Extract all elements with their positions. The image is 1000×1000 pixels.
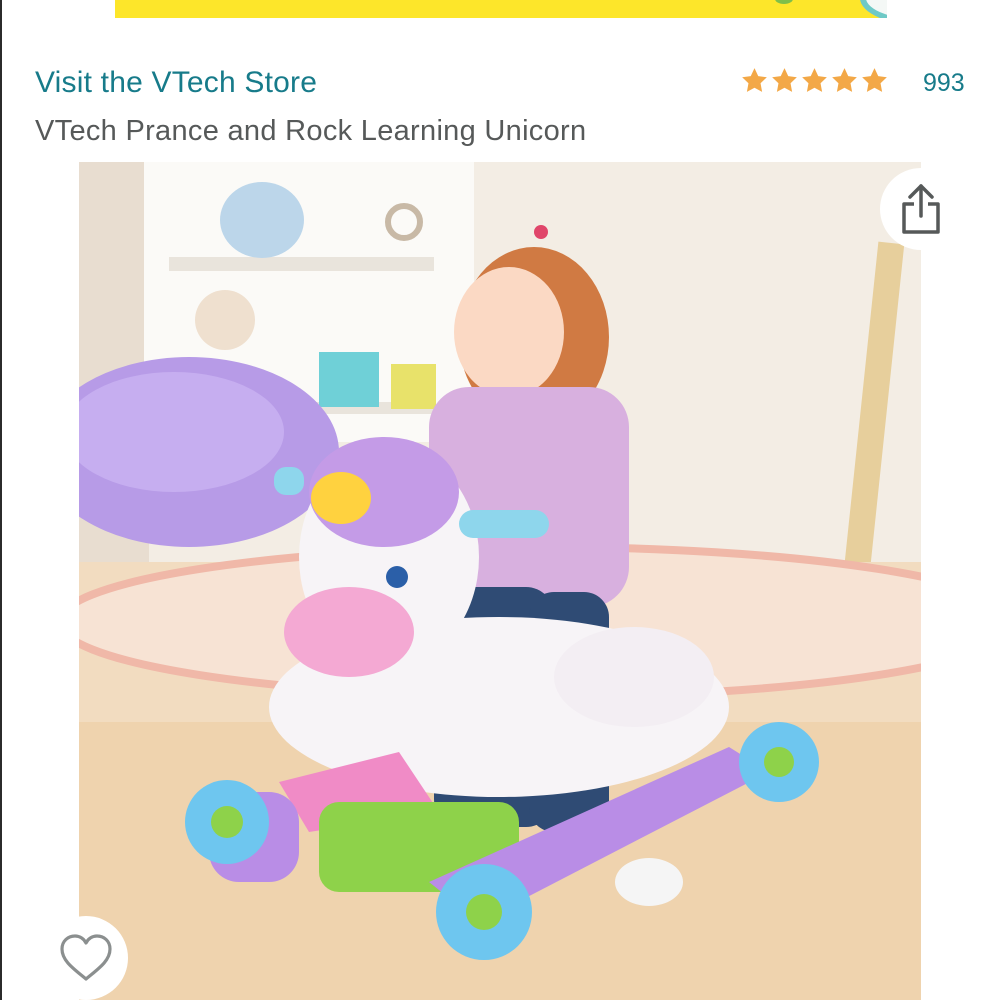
product-image[interactable]	[79, 162, 921, 1000]
star-icon	[802, 68, 827, 92]
share-button[interactable]	[880, 168, 962, 250]
rating-count[interactable]: 993	[923, 69, 965, 98]
rating-summary[interactable]: 993	[740, 66, 965, 98]
heart-icon	[60, 934, 112, 981]
product-photo	[79, 162, 921, 1000]
product-title: VTech Prance and Rock Learning Unicorn	[35, 115, 587, 147]
star-icon	[832, 68, 857, 92]
wishlist-button[interactable]	[44, 916, 128, 1000]
store-link[interactable]: Visit the VTech Store	[35, 66, 317, 100]
star-icon	[772, 68, 797, 92]
promo-banner[interactable]	[115, 0, 887, 18]
banner-graphic	[775, 0, 793, 4]
star-icon	[862, 68, 887, 92]
star-icon	[742, 68, 767, 92]
banner-graphic	[860, 0, 887, 18]
star-rating	[740, 66, 889, 95]
share-icon	[902, 184, 940, 234]
left-edge-rule	[0, 0, 2, 1000]
